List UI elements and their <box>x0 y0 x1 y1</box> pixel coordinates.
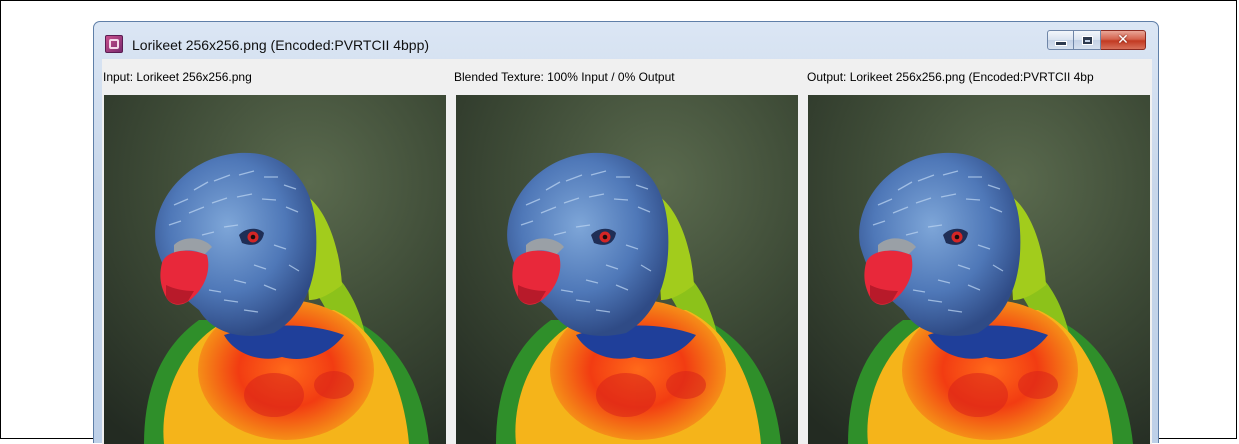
minimize-icon <box>1054 40 1067 46</box>
window-title: Lorikeet 256x256.png (Encoded:PVRTCII 4b… <box>132 37 430 53</box>
blended-pane-label: Blended Texture: 100% Input / 0% Output <box>454 70 675 84</box>
lorikeet-picture <box>808 95 1150 444</box>
texture-viewer-window: Lorikeet 256x256.png (Encoded:PVRTCII 4b… <box>93 21 1159 444</box>
blended-image[interactable] <box>456 95 798 444</box>
output-image[interactable] <box>808 95 1150 444</box>
title-bar[interactable]: Lorikeet 256x256.png (Encoded:PVRTCII 4b… <box>94 22 1158 59</box>
close-button[interactable]: ✕ <box>1101 30 1146 50</box>
maximize-button[interactable] <box>1074 30 1101 50</box>
app-icon[interactable] <box>105 35 123 53</box>
maximize-icon <box>1082 36 1092 44</box>
lorikeet-picture <box>104 95 446 444</box>
input-image[interactable] <box>104 95 446 444</box>
caption-buttons: ✕ <box>1047 30 1146 52</box>
client-area: Input: Lorikeet 256x256.png Blended Text… <box>102 59 1152 444</box>
lorikeet-picture <box>456 95 798 444</box>
close-icon: ✕ <box>1117 32 1129 48</box>
output-pane-label: Output: Lorikeet 256x256.png (Encoded:PV… <box>807 70 1094 84</box>
input-pane-label: Input: Lorikeet 256x256.png <box>103 70 252 84</box>
minimize-button[interactable] <box>1047 30 1074 50</box>
